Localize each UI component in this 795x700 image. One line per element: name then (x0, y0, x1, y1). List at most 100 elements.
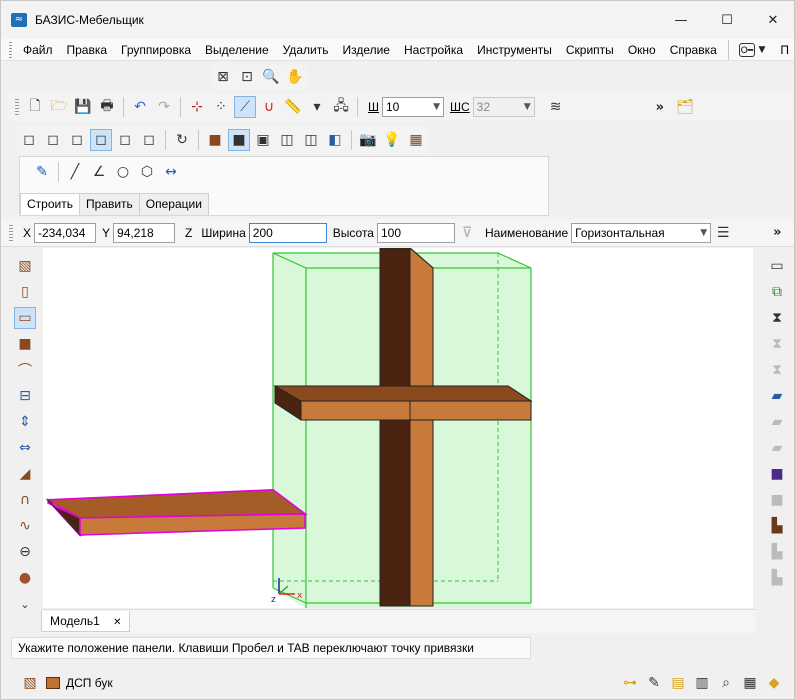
screw-arrow-icon[interactable]: ⧗ (766, 333, 788, 355)
hexagon-tool-icon[interactable]: ⬡ (136, 161, 158, 183)
more-tools-icon[interactable]: ⌄ (14, 593, 36, 615)
sphere-icon[interactable]: ● (14, 567, 36, 589)
section-icon[interactable]: ◧ (324, 129, 346, 151)
cube-wire-icon[interactable]: ◻ (18, 129, 40, 151)
settings-dropdown-icon[interactable]: ▾ (306, 96, 328, 118)
cube-iso-icon[interactable]: ◻ (90, 129, 112, 151)
menu-scripts[interactable]: Скрипты (559, 43, 621, 57)
cube-top-icon[interactable]: ◻ (66, 129, 88, 151)
hidden-line-icon[interactable]: ▣ (252, 129, 274, 151)
folders-icon[interactable]: 🗂 (674, 96, 696, 118)
line-width-combo[interactable]: 10 ▼ (382, 97, 444, 117)
box-icon[interactable]: ▙ (766, 515, 788, 537)
measure-icon[interactable]: 📏 (282, 96, 304, 118)
shelf-fill-icon[interactable]: ⊟ (14, 385, 36, 407)
zoom-window-icon[interactable]: ⊡ (236, 66, 258, 88)
cube-x-icon[interactable]: ■ (766, 489, 788, 511)
panel-name-combo[interactable]: Горизонтальная ▼ (571, 222, 712, 243)
cube-add-icon[interactable]: ■ (766, 463, 788, 485)
table-icon[interactable]: ▤ (667, 672, 689, 694)
print-icon[interactable]: 🖶 (96, 96, 118, 118)
close-tab-icon[interactable]: ✕ (113, 617, 121, 628)
vertical-divide-icon[interactable]: ⇕ (14, 411, 36, 433)
horizontal-panel-icon[interactable]: ▭ (14, 307, 36, 329)
tab-build[interactable]: Строить (20, 193, 80, 215)
menu-product[interactable]: Изделие (335, 43, 397, 57)
layers-icon[interactable]: ≋ (545, 96, 567, 118)
pan-icon[interactable]: ✋ (284, 66, 306, 88)
menu-grip-handle[interactable] (9, 41, 12, 58)
snap-line-icon[interactable]: ⟋ (234, 96, 256, 118)
vertical-panel-icon[interactable]: ▯ (14, 281, 36, 303)
add-panel-icon[interactable]: ▰ (766, 385, 788, 407)
grid-snap-icon[interactable]: ⁘ (210, 96, 232, 118)
menu-window[interactable]: Окно (621, 43, 663, 57)
menu-overflow[interactable]: П (773, 43, 794, 57)
layers-combo[interactable]: 32 ▼ (472, 97, 535, 117)
save-icon[interactable]: 💾 (72, 96, 94, 118)
menu-settings[interactable]: Настройка (397, 43, 470, 57)
menu-tools[interactable]: Инструменты (470, 43, 559, 57)
x-input[interactable]: -234,034 (34, 222, 97, 243)
license-key-icon[interactable]: O━ (738, 42, 756, 57)
arch-icon[interactable]: ∩ (14, 489, 36, 511)
coordbar-overflow-icon[interactable]: » (773, 225, 781, 240)
toolbar-overflow-icon[interactable]: » (656, 100, 664, 115)
cube-axes-icon[interactable]: ◻ (138, 129, 160, 151)
menu-delete[interactable]: Удалить (276, 43, 336, 57)
list-options-icon[interactable]: ☰ (712, 222, 734, 244)
tab-operations[interactable]: Операции (138, 193, 209, 215)
drill-icon[interactable]: ⊖ (14, 541, 36, 563)
horizontal-divide-icon[interactable]: ⇔ (14, 437, 36, 459)
cube-front-icon[interactable]: ◻ (42, 129, 64, 151)
report-icon[interactable]: ▥ (691, 672, 713, 694)
tab-model1[interactable]: Модель1 ✕ (41, 611, 131, 632)
box-x-icon[interactable]: ▙ (766, 567, 788, 589)
minimize-button[interactable]: — (658, 1, 704, 39)
cube-left-icon[interactable]: ◻ (114, 129, 136, 151)
pencil-tool-icon[interactable]: ✎ (31, 161, 53, 183)
outline-icon[interactable]: ◫ (300, 129, 322, 151)
y-input[interactable]: 94,218 (113, 222, 176, 243)
curve-icon[interactable]: ∿ (14, 515, 36, 537)
undo-icon[interactable]: ↶ (129, 96, 151, 118)
new-file-icon[interactable]: 🗋 (24, 96, 46, 118)
close-button[interactable]: ✕ (750, 1, 794, 39)
box-arrow-icon[interactable]: ▙ (766, 541, 788, 563)
notes-icon[interactable]: ✎ (643, 672, 665, 694)
panel-arrow-icon[interactable]: ▰ (766, 411, 788, 433)
panel-icon[interactable]: ▧ (14, 255, 36, 277)
dimension-tool-icon[interactable]: ↔ (160, 161, 182, 183)
key-dropdown-icon[interactable]: ▼ (758, 45, 765, 55)
solid-render-icon[interactable]: ■ (204, 129, 226, 151)
library-icon[interactable]: ◆ (763, 672, 785, 694)
line-tool-icon[interactable]: ╱ (64, 161, 86, 183)
thickness-icon[interactable]: ⊽ (456, 222, 478, 244)
render-icon[interactable]: 🖧 (330, 96, 352, 118)
material-library-icon[interactable]: ▧ (19, 672, 41, 694)
light-bulb-icon[interactable]: 💡 (381, 129, 403, 151)
view-icon[interactable]: ▭ (766, 255, 788, 277)
width-input[interactable]: 200 (248, 222, 327, 243)
angle-tool-icon[interactable]: ∠ (88, 161, 110, 183)
rotate-icon[interactable]: ↻ (171, 129, 193, 151)
circle-tool-icon[interactable]: ○ (112, 161, 134, 183)
shaded-render-icon[interactable]: ■ (228, 129, 250, 151)
wireframe-icon[interactable]: ◫ (276, 129, 298, 151)
open-folder-icon[interactable]: 🗁 (48, 96, 70, 118)
profile-icon[interactable]: ◢ (14, 463, 36, 485)
layout-icon[interactable]: ▦ (739, 672, 761, 694)
material-icon[interactable]: ▦ (405, 129, 427, 151)
zoom-icon[interactable]: 🔍 (260, 66, 282, 88)
bent-panel-icon[interactable]: ⌒ (14, 359, 36, 381)
panel-x-icon[interactable]: ▰ (766, 437, 788, 459)
preview-icon[interactable]: ⌕ (715, 672, 737, 694)
redo-icon[interactable]: ↷ (153, 96, 175, 118)
frontal-panel-icon[interactable]: ■ (14, 333, 36, 355)
tree-icon[interactable]: ⊶ (619, 672, 641, 694)
tab-edit[interactable]: Править (78, 193, 140, 215)
zoom-fit-icon[interactable]: ⊠ (212, 66, 234, 88)
menu-group[interactable]: Группировка (114, 43, 198, 57)
screw-icon[interactable]: ⧗ (766, 307, 788, 329)
magnet-icon[interactable]: ∪ (258, 96, 280, 118)
